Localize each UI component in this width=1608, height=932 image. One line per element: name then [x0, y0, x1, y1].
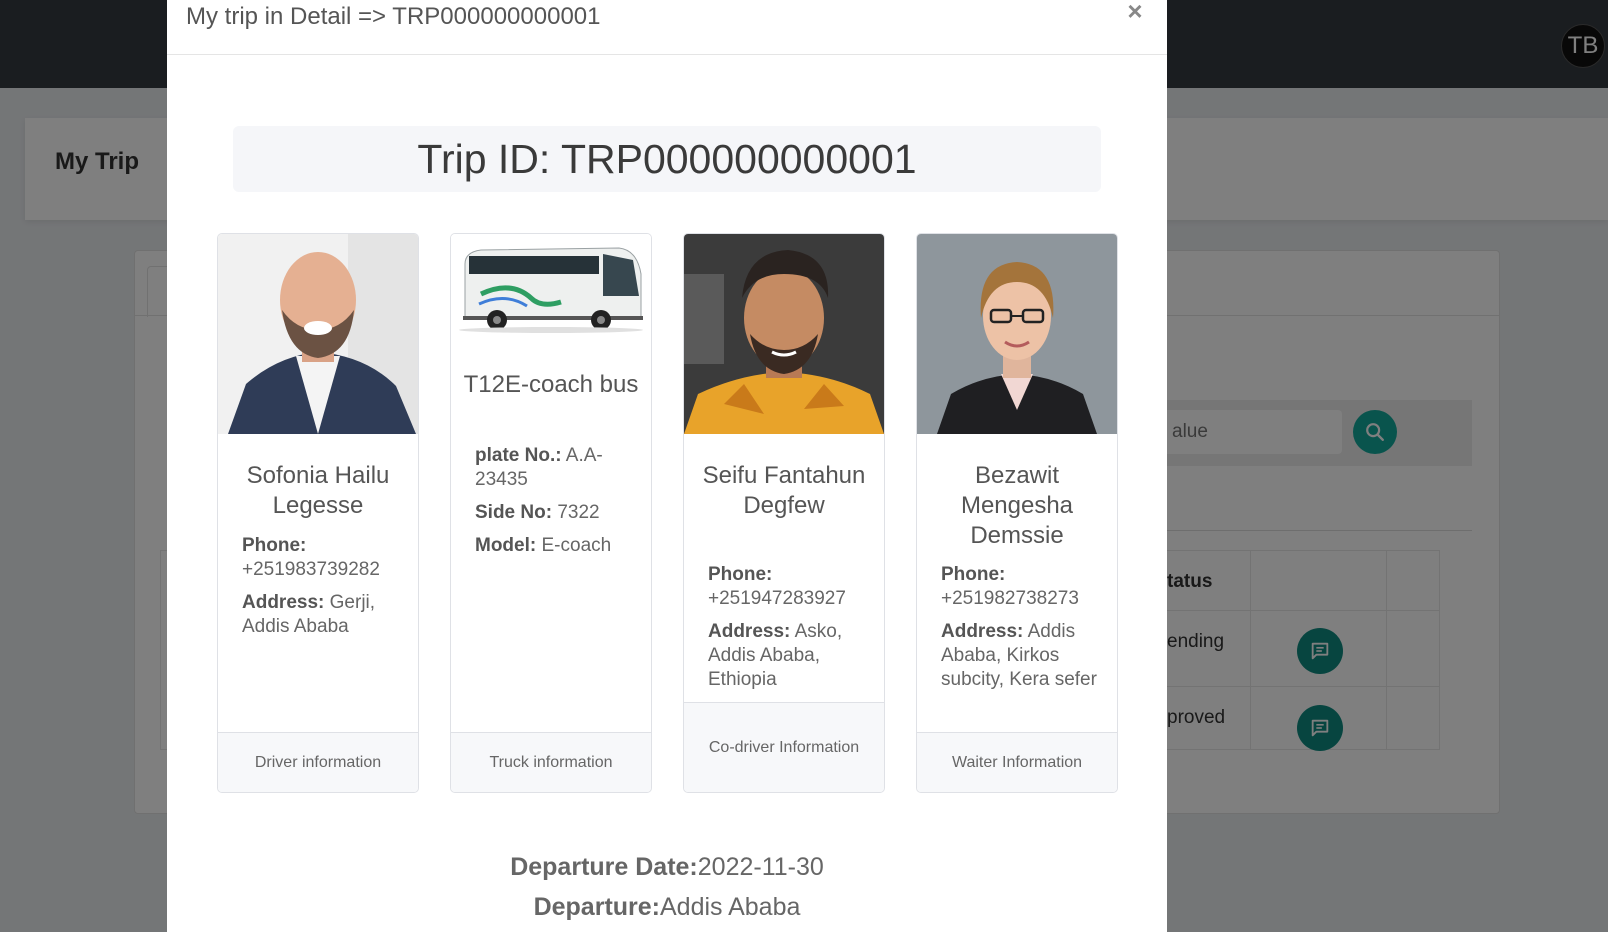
trip-id-heading: Trip ID: TRP000000000001 — [233, 126, 1101, 192]
side-no-label: Side No: — [475, 502, 553, 523]
waiter-photo — [917, 234, 1117, 434]
phone-label: Phone: — [242, 535, 307, 556]
address-label: Address: — [941, 621, 1024, 642]
co-driver-photo — [684, 234, 884, 434]
phone-label: Phone: — [708, 564, 773, 585]
waiter-card-footer: Waiter Information — [917, 732, 1117, 792]
address-label: Address: — [242, 592, 325, 613]
driver-details: Phone: +251983739282 Address: Gerji, Addi… — [242, 534, 402, 648]
driver-photo — [218, 234, 418, 434]
close-button[interactable]: × — [1122, 0, 1148, 24]
departure-value: Addis Ababa — [660, 893, 801, 921]
departure-line: Departure:Addis Ababa — [167, 893, 1167, 922]
plate-label: plate No.: — [475, 445, 562, 466]
driver-card-footer: Driver information — [218, 732, 418, 792]
truck-name: T12E-coach bus — [463, 371, 639, 398]
co-driver-details: Phone: +251947283927 Address: Asko, Addis… — [708, 563, 868, 701]
driver-phone: +251983739282 — [242, 559, 380, 580]
departure-date-line: Departure Date:2022-11-30 — [167, 853, 1167, 882]
waiter-phone: +251982738273 — [941, 588, 1079, 609]
address-label: Address: — [708, 621, 791, 642]
modal-title: My trip in Detail => TRP000000000001 — [186, 3, 601, 30]
phone-label: Phone: — [941, 564, 1006, 585]
waiter-name: Bezawit Mengesha Demssie — [960, 462, 1074, 549]
departure-date-label: Departure Date: — [510, 853, 698, 881]
departure-date-value: 2022-11-30 — [697, 853, 824, 881]
driver-name: Sofonia Hailu Legesse — [246, 462, 390, 519]
truck-details: plate No.: A.A-23435 Side No: 7322 Model… — [475, 444, 635, 567]
truck-side-no: 7322 — [557, 502, 600, 523]
model-label: Model: — [475, 535, 537, 556]
co-driver-phone: +251947283927 — [708, 588, 846, 609]
co-driver-card-footer: Co-driver Information — [684, 702, 884, 792]
modal-header: My trip in Detail => TRP000000000001 × — [167, 0, 1167, 55]
co-driver-name: Seifu Fantahun Degfew — [702, 462, 866, 519]
truck-card: T12E-coach bus plate No.: A.A-23435 Side… — [450, 233, 652, 793]
driver-card: Sofonia Hailu Legesse Phone: +25198373928… — [217, 233, 419, 793]
waiter-card: Bezawit Mengesha Demssie Phone: +25198273… — [916, 233, 1118, 793]
trip-detail-modal: My trip in Detail => TRP000000000001 × T… — [167, 0, 1167, 932]
waiter-details: Phone: +251982738273 Address: Addis Ababa… — [941, 563, 1101, 701]
bus-photo — [451, 234, 651, 434]
truck-card-footer: Truck information — [451, 732, 651, 792]
co-driver-card: Seifu Fantahun Degfew Phone: +25194728392… — [683, 233, 885, 793]
departure-label: Departure: — [533, 893, 660, 921]
truck-model: E-coach — [541, 535, 612, 556]
